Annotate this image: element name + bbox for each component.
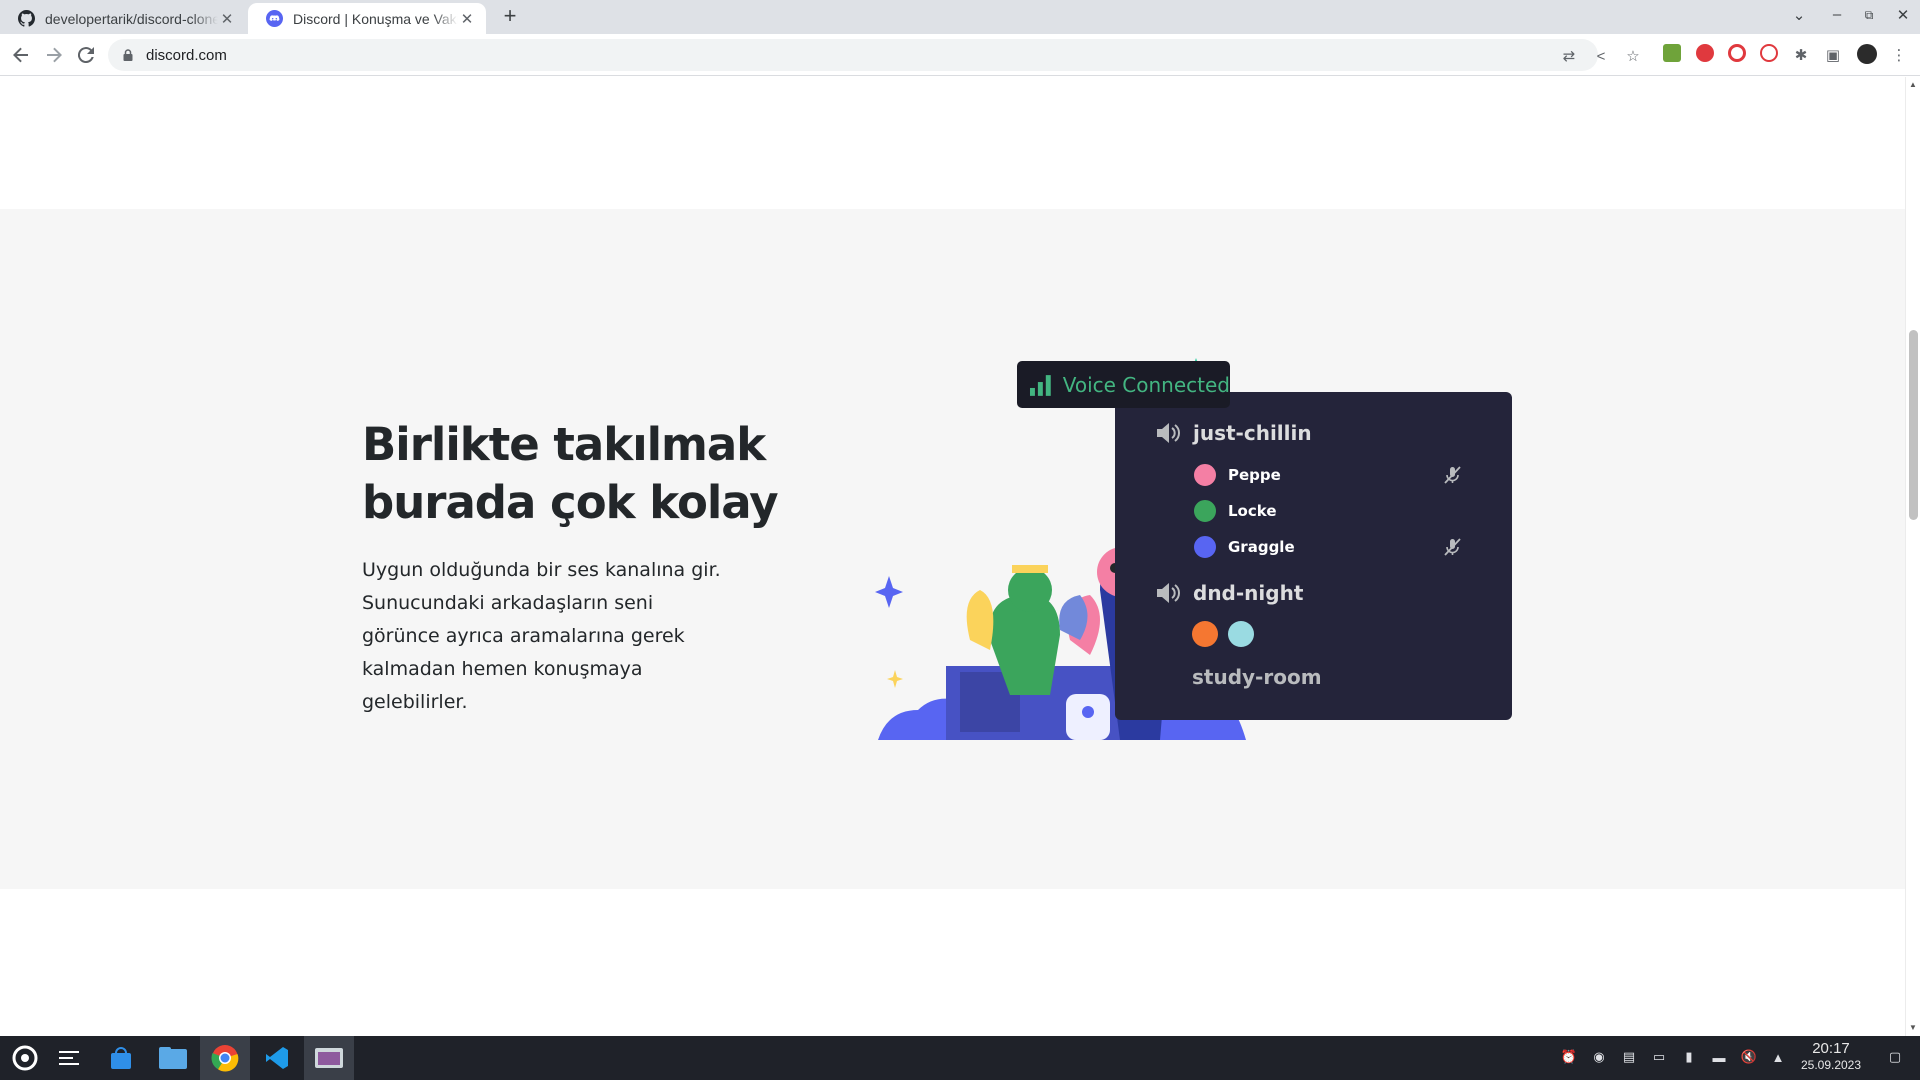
- heading-line-2: burada çok kolay: [362, 476, 779, 529]
- voice-user-peppe[interactable]: Peppe: [1192, 462, 1281, 488]
- terminal-icon[interactable]: [304, 1036, 354, 1080]
- tab-title: Discord | Konuşma ve Vakit Geçirme Yeri: [293, 10, 458, 27]
- user-name: Peppe: [1228, 466, 1281, 484]
- start-menu-icon[interactable]: [0, 1036, 50, 1080]
- clock-time: 20:17: [1812, 1040, 1850, 1057]
- avatar: [1192, 462, 1218, 488]
- volume-muted-icon[interactable]: 🔇: [1740, 1048, 1758, 1066]
- file-manager-icon[interactable]: [148, 1036, 198, 1080]
- translate-icon[interactable]: ⇄: [1560, 47, 1578, 65]
- muted-mic-icon: [1444, 466, 1461, 484]
- user-name: Graggle: [1228, 538, 1295, 556]
- channel-name: dnd-night: [1193, 581, 1304, 605]
- close-tab-icon[interactable]: ✕: [218, 10, 236, 28]
- system-clock[interactable]: 20:17 25.09.2023: [1796, 1040, 1866, 1073]
- extensions-puzzle-icon[interactable]: ✱: [1792, 46, 1810, 64]
- share-icon[interactable]: <: [1592, 47, 1610, 65]
- url-text: discord.com: [146, 46, 227, 64]
- show-desktop-icon[interactable]: ▢: [1886, 1048, 1904, 1066]
- clipboard-icon[interactable]: ▤: [1620, 1048, 1638, 1066]
- avatar: [1192, 534, 1218, 560]
- adblock-icon[interactable]: [1696, 44, 1714, 62]
- user-name: Locke: [1228, 502, 1277, 520]
- page-scrollbar[interactable]: ▲ ▼: [1905, 77, 1920, 1036]
- battery-icon[interactable]: ▬: [1710, 1048, 1728, 1066]
- signal-icon: [1029, 374, 1051, 396]
- vscode-icon[interactable]: [252, 1036, 302, 1080]
- new-tab-button[interactable]: +: [498, 5, 522, 29]
- clock-date: 25.09.2023: [1800, 1058, 1862, 1072]
- network-icon[interactable]: ▭: [1650, 1048, 1668, 1066]
- close-window-icon[interactable]: ✕: [1892, 6, 1914, 24]
- tab-github[interactable]: developertarik/discord-clone ✕: [0, 3, 246, 34]
- browser-toolbar: discord.com ⇄ < ☆ ✱ ▣ ⋮: [0, 34, 1920, 76]
- avatar: [1192, 498, 1218, 524]
- section-heading: Birlikte takılmak burada çok kolay: [362, 416, 782, 532]
- opera-icon[interactable]: [1728, 44, 1746, 62]
- address-bar[interactable]: discord.com ⇄ < ☆: [108, 39, 1640, 71]
- speaker-icon: [1157, 583, 1180, 603]
- channel-just-chillin[interactable]: just-chillin: [1155, 421, 1312, 445]
- close-tab-icon[interactable]: ✕: [458, 10, 476, 28]
- usb-icon[interactable]: ▮: [1680, 1048, 1698, 1066]
- tab-title: developertarik/discord-clone: [45, 10, 218, 27]
- voice-connected-label: Voice Connected: [1062, 372, 1230, 397]
- chrome-icon[interactable]: [200, 1036, 250, 1080]
- task-manager-icon[interactable]: [44, 1036, 94, 1080]
- muted-mic-icon: [1444, 538, 1461, 556]
- avatar: [1192, 621, 1218, 647]
- voice-user-locke[interactable]: Locke: [1192, 498, 1277, 524]
- notifications-icon[interactable]: ⏰: [1560, 1048, 1578, 1066]
- scrollbar-thumb[interactable]: [1909, 330, 1918, 520]
- section-description: Uygun olduğunda bir ses kanalına gir. Su…: [362, 559, 721, 713]
- store-icon[interactable]: [96, 1036, 146, 1080]
- tray-expand-icon[interactable]: ▲: [1769, 1048, 1787, 1066]
- record-icon[interactable]: [1760, 44, 1778, 62]
- lock-icon: [123, 49, 133, 61]
- heading-line-1: Birlikte takılmak: [362, 418, 766, 471]
- restore-icon[interactable]: ⧉: [1858, 8, 1880, 23]
- tab-search-icon[interactable]: ⌄: [1788, 6, 1810, 24]
- github-icon: [18, 10, 35, 27]
- os-taskbar: ⏰ ◉ ▤ ▭ ▮ ▬ 🔇 ▲ 20:17 25.09.2023 ▢: [0, 1036, 1920, 1080]
- channel-name: just-chillin: [1193, 421, 1312, 445]
- profile-avatar[interactable]: [1857, 44, 1877, 64]
- side-panel-icon[interactable]: ▣: [1824, 46, 1842, 64]
- forward-icon[interactable]: [41, 42, 67, 68]
- reload-icon[interactable]: [73, 42, 99, 68]
- extension-icon[interactable]: [1663, 44, 1681, 62]
- avatar: [1228, 621, 1254, 647]
- bookmark-star-icon[interactable]: ☆: [1624, 47, 1642, 65]
- channel-dnd-night[interactable]: dnd-night: [1155, 581, 1303, 605]
- speaker-icon: [1157, 423, 1180, 443]
- update-icon[interactable]: ◉: [1590, 1048, 1608, 1066]
- scroll-up-icon[interactable]: ▲: [1909, 80, 1917, 89]
- menu-dots-icon[interactable]: ⋮: [1890, 46, 1908, 64]
- tab-discord[interactable]: Discord | Konuşma ve Vakit Geçirme Yeri …: [248, 3, 486, 34]
- voice-user-graggle[interactable]: Graggle: [1192, 534, 1295, 560]
- voice-connected-badge: Voice Connected: [1017, 361, 1230, 408]
- discord-icon: [266, 10, 283, 27]
- back-icon[interactable]: [8, 42, 34, 68]
- channel-study-room[interactable]: study-room: [1192, 665, 1322, 689]
- channel-name: study-room: [1192, 665, 1322, 689]
- tab-strip: developertarik/discord-clone ✕ Discord |…: [0, 0, 1920, 34]
- minimize-icon[interactable]: –: [1826, 6, 1848, 23]
- scroll-down-icon[interactable]: ▼: [1909, 1023, 1917, 1032]
